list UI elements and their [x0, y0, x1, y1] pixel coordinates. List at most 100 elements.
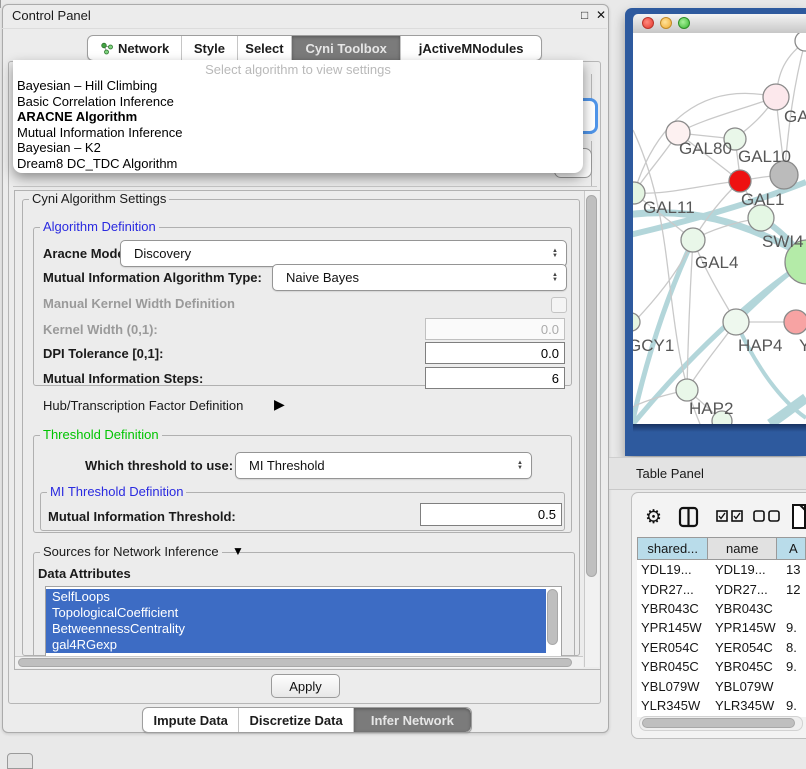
table-panel-header: Table Panel [609, 457, 806, 490]
tab-select[interactable]: Select [238, 36, 293, 60]
network-labels: GAL GAL80 GAL10 GAL1 GAL11 SWI4 GAL4 GCY… [633, 107, 806, 418]
table-row[interactable]: YBR043C YBR043C [637, 599, 806, 618]
expander-arrow-icon[interactable]: ▶ [274, 396, 285, 413]
table-hscrollbar-thumb[interactable] [642, 718, 795, 728]
list-scrollbar-thumb[interactable] [547, 589, 558, 645]
hub-definition-label[interactable]: Hub/Transcription Factor Definition [43, 398, 243, 413]
node-label: GAL4 [695, 253, 738, 272]
mi-type-combobox[interactable]: Naive Bayes ▲▼ [272, 264, 567, 291]
aracne-mode-combobox[interactable]: Discovery ▲▼ [120, 240, 567, 267]
table-row[interactable]: YPR145W YPR145W 9. [637, 618, 806, 637]
tab-network-label: Network [118, 41, 169, 56]
node-label: GAL11 [643, 198, 695, 217]
gear-icon[interactable]: ⚙ [645, 506, 662, 529]
tab-style[interactable]: Style [182, 36, 238, 60]
node-label: GCY1 [633, 336, 674, 355]
network-window-titlebar[interactable] [633, 14, 806, 34]
zoom-traffic-light[interactable] [678, 17, 690, 29]
algorithm-option[interactable]: Bayesian – K2 [13, 140, 583, 156]
mi-type-label: Mutual Information Algorithm Type: [43, 270, 262, 285]
attribute-item[interactable]: TopologicalCoefficient [46, 605, 546, 621]
cyni-bottom-tabbar: Impute Data Discretize Data Infer Networ… [142, 707, 472, 733]
algorithm-option-selected[interactable]: ARACNE Algorithm [13, 109, 583, 125]
mi-steps-field[interactable] [425, 367, 565, 389]
table-row[interactable]: YLR345W YLR345W 9. [637, 696, 806, 715]
network-icon [100, 42, 113, 55]
table-panel-title: Table Panel [636, 466, 704, 481]
network-node-hap4[interactable] [723, 309, 749, 335]
data-attributes-label: Data Attributes [38, 566, 131, 581]
column-header-name[interactable]: name [708, 537, 777, 560]
node-label: SWI4 [762, 232, 804, 251]
node-label: GAL10 [738, 147, 791, 166]
tab-jactivemnodules[interactable]: jActiveMNodules [401, 36, 541, 60]
combo-arrows-icon: ▲▼ [548, 249, 566, 259]
cyni-algorithm-settings-title: Cyni Algorithm Settings [29, 192, 169, 205]
split-columns-icon[interactable] [678, 506, 700, 528]
checked-pair-icon[interactable] [716, 510, 744, 523]
canvas-shadow [633, 424, 806, 432]
node-label: GAL80 [679, 139, 732, 158]
threshold-definition-title: Threshold Definition [40, 428, 162, 441]
which-threshold-combobox[interactable]: MI Threshold ▲▼ [235, 452, 532, 479]
algorithm-option[interactable]: Basic Correlation Inference [13, 94, 583, 110]
kernel-width-field[interactable] [425, 318, 565, 340]
combo-arrows-icon: ▲▼ [513, 461, 531, 471]
table-row[interactable]: YER054C YER054C 8. [637, 638, 806, 657]
partial-toolbar-button[interactable] [7, 753, 33, 769]
hidden-divider [13, 186, 597, 187]
node-label: GAL1 [741, 190, 784, 209]
network-node-salmon[interactable] [784, 310, 806, 334]
application-root: Control Panel □ ✕ Network Style Select C… [0, 0, 806, 762]
data-attributes-list[interactable]: SelfLoops TopologicalCoefficient Between… [45, 586, 562, 658]
dpi-tolerance-field[interactable] [425, 342, 565, 364]
network-node-hap2[interactable] [676, 379, 698, 401]
which-threshold-label: Which threshold to use: [85, 458, 233, 473]
attribute-item[interactable]: SelfLoops [46, 589, 546, 605]
table-row[interactable]: YDR27... YDR27... 12 [637, 579, 806, 598]
tab-infer-network[interactable]: Infer Network [354, 708, 471, 732]
tab-impute-data[interactable]: Impute Data [143, 708, 239, 732]
algorithm-dropdown-hint: Select algorithm to view settings [13, 60, 583, 78]
settings-hscrollbar-thumb[interactable] [18, 658, 572, 667]
network-node-gal4[interactable] [681, 228, 705, 252]
apply-button[interactable]: Apply [271, 674, 340, 698]
attribute-item[interactable]: BetweennessCentrality [46, 621, 546, 637]
algorithm-option[interactable]: Dream8 DC_TDC Algorithm [13, 156, 583, 172]
column-header-partial[interactable]: A [777, 537, 806, 560]
node-label: GAL [784, 107, 806, 126]
node-label: HAP4 [738, 336, 782, 355]
teal-edges [633, 182, 806, 424]
column-header-shared-name[interactable]: shared... [637, 537, 708, 560]
kernel-width-label: Kernel Width (0,1): [43, 322, 158, 337]
unchecked-pair-icon[interactable] [753, 510, 781, 523]
tab-discretize-data[interactable]: Discretize Data [239, 708, 353, 732]
dpi-tolerance-label: DPI Tolerance [0,1]: [43, 346, 163, 361]
settings-vscrollbar-thumb[interactable] [586, 195, 597, 577]
table-row[interactable]: YBL079W YBL079W [637, 676, 806, 695]
minimize-traffic-light[interactable] [660, 17, 672, 29]
document-icon[interactable] [791, 502, 806, 530]
control-panel-tabbar: Network Style Select Cyni Toolbox jActiv… [87, 35, 542, 61]
mi-threshold-field[interactable] [420, 503, 562, 526]
combo-arrows-icon: ▲▼ [548, 273, 566, 283]
network-node-red[interactable] [729, 170, 751, 192]
attribute-item[interactable]: gal4RGexp [46, 637, 546, 653]
table-header-row: shared... name A [637, 537, 806, 560]
table-row[interactable]: YDL19... YDL19... 13 [637, 560, 806, 579]
float-panel-icon[interactable]: □ [581, 8, 588, 22]
node-label: HAP2 [689, 399, 733, 418]
manual-kernel-checkbox[interactable] [551, 297, 567, 313]
table-rows: YDL19... YDL19... 13 YDR27... YDR27... 1… [637, 560, 806, 717]
collapse-arrow-icon[interactable]: ▼ [232, 544, 244, 558]
close-traffic-light[interactable] [642, 17, 654, 29]
algorithm-definition-title: Algorithm Definition [40, 220, 159, 233]
mi-threshold-label: Mutual Information Threshold: [48, 509, 236, 524]
tab-cyni-toolbox[interactable]: Cyni Toolbox [292, 36, 401, 60]
algorithm-option[interactable]: Mutual Information Inference [13, 125, 583, 141]
algorithm-option[interactable]: Bayesian – Hill Climbing [13, 78, 583, 94]
table-row[interactable]: YBR045C YBR045C 9. [637, 657, 806, 676]
network-node-gcy1[interactable] [633, 313, 640, 331]
close-panel-icon[interactable]: ✕ [596, 8, 606, 22]
tab-network[interactable]: Network [88, 36, 182, 60]
